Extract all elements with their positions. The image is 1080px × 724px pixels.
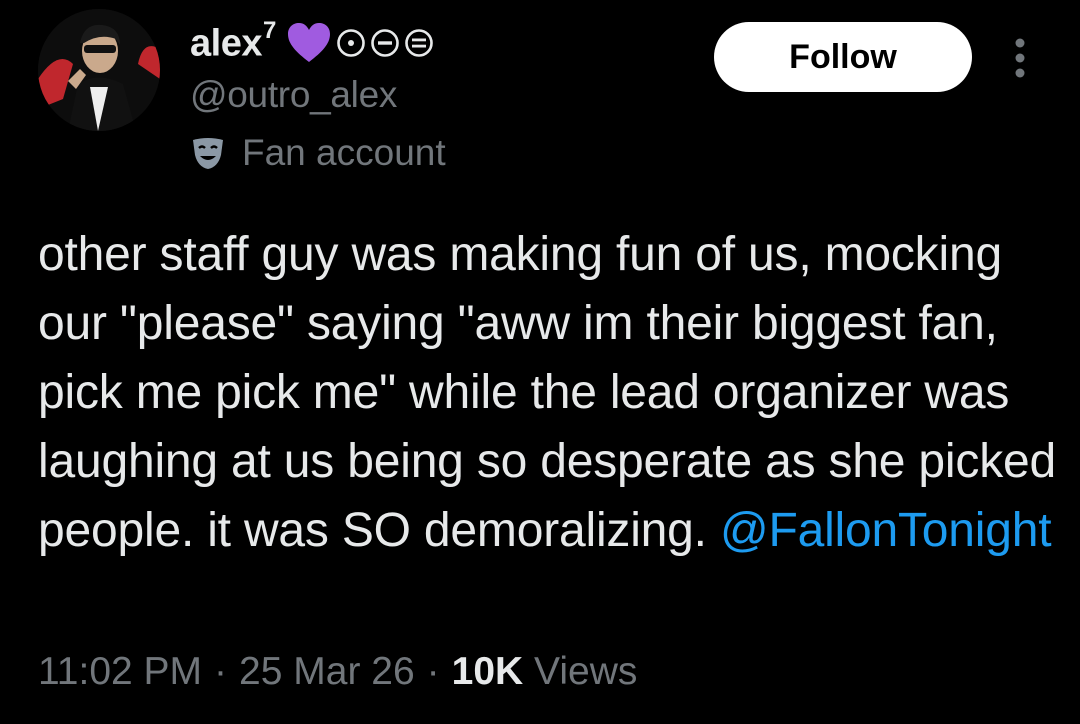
circle-equals-icon xyxy=(404,28,434,58)
follow-button[interactable]: Follow xyxy=(714,22,972,92)
tweet-text: other staff guy was making fun of us, mo… xyxy=(38,220,1058,565)
tweet-date[interactable]: 25 Mar 26 xyxy=(239,650,415,693)
meta-separator: · xyxy=(214,650,228,693)
tweet-meta: 11:02 PM · 25 Mar 26 · 10K Views xyxy=(38,650,637,694)
mention-link[interactable]: @FallonTonight xyxy=(720,504,1052,557)
views-count: 10K xyxy=(451,650,524,693)
avatar-image xyxy=(38,9,160,131)
more-options-icon[interactable] xyxy=(1006,36,1034,80)
display-name-row: alex7 xyxy=(190,17,434,68)
circle-dot-icon xyxy=(336,28,366,58)
fan-account-label-row: Fan account xyxy=(190,130,446,176)
display-name[interactable]: alex7 xyxy=(190,17,276,66)
purple-heart-icon xyxy=(286,22,332,64)
circle-minus-icon xyxy=(370,28,400,58)
fan-account-label: Fan account xyxy=(242,132,446,173)
theater-mask-icon xyxy=(190,135,226,171)
user-handle[interactable]: @outro_alex xyxy=(190,74,397,116)
avatar[interactable] xyxy=(38,9,160,131)
views-label: Views xyxy=(523,650,638,693)
meta-separator: · xyxy=(426,650,440,693)
tweet-time[interactable]: 11:02 PM xyxy=(38,650,202,693)
